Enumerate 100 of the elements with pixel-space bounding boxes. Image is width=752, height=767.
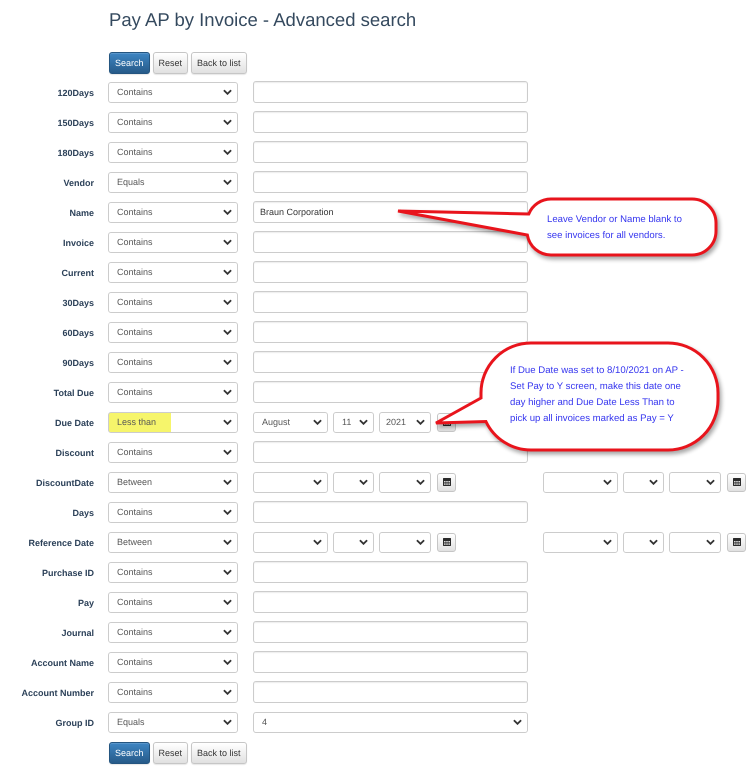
calendar-icon bbox=[732, 538, 740, 546]
month-select[interactable] bbox=[253, 472, 328, 492]
operator-select[interactable]: Contains bbox=[108, 502, 238, 522]
operator-select[interactable]: Less than bbox=[108, 412, 238, 432]
calendar-icon bbox=[442, 478, 450, 486]
field-label: Reference Date bbox=[28, 538, 94, 548]
field-label: Discount bbox=[55, 448, 94, 458]
chevron-down-icon bbox=[706, 479, 715, 485]
operator-select[interactable]: Contains bbox=[108, 232, 238, 252]
back-to-list-button[interactable]: Back to list bbox=[191, 742, 247, 764]
text-input[interactable] bbox=[253, 141, 528, 163]
chevron-down-icon bbox=[223, 479, 232, 485]
operator-select[interactable]: Contains bbox=[108, 352, 238, 372]
text-input[interactable] bbox=[253, 291, 528, 313]
operator-select[interactable]: Contains bbox=[108, 382, 238, 402]
field-label: Vendor bbox=[63, 178, 94, 188]
chevron-down-icon bbox=[223, 419, 232, 425]
operator-select[interactable]: Equals bbox=[108, 712, 238, 732]
chevron-down-icon bbox=[223, 509, 232, 515]
text-input[interactable] bbox=[253, 651, 528, 673]
chevron-down-icon bbox=[223, 449, 232, 455]
operator-select[interactable]: Equals bbox=[108, 172, 238, 192]
operator-select[interactable]: Contains bbox=[108, 622, 238, 642]
chevron-down-icon bbox=[313, 539, 322, 545]
field-label: Account Number bbox=[21, 688, 94, 698]
text-input[interactable] bbox=[253, 561, 528, 583]
chevron-down-icon bbox=[416, 539, 425, 545]
operator-select[interactable]: Contains bbox=[108, 652, 238, 672]
chevron-down-icon bbox=[706, 539, 715, 545]
field-label: 180Days bbox=[57, 148, 94, 158]
operator-select[interactable]: Contains bbox=[108, 442, 238, 462]
calendar-button[interactable] bbox=[727, 472, 746, 492]
operator-select[interactable]: Contains bbox=[108, 682, 238, 702]
month-select[interactable] bbox=[543, 532, 618, 552]
month-select[interactable] bbox=[543, 472, 618, 492]
operator-select[interactable]: Contains bbox=[108, 82, 238, 102]
calendar-button[interactable] bbox=[727, 532, 746, 552]
field-label: Current bbox=[61, 268, 94, 278]
field-label: Days bbox=[72, 508, 94, 518]
chevron-down-icon bbox=[359, 479, 368, 485]
year-select[interactable] bbox=[379, 472, 431, 492]
operator-select[interactable]: Contains bbox=[108, 142, 238, 162]
month-select[interactable] bbox=[253, 532, 328, 552]
chevron-down-icon bbox=[223, 629, 232, 635]
day-select[interactable] bbox=[623, 532, 664, 552]
field-label: Total Due bbox=[54, 388, 94, 398]
text-input[interactable] bbox=[253, 81, 528, 103]
field-label: Journal bbox=[61, 628, 94, 638]
chevron-down-icon bbox=[416, 419, 425, 425]
search-button[interactable]: Search bbox=[109, 52, 150, 74]
field-label: 90Days bbox=[62, 358, 94, 368]
search-button[interactable]: Search bbox=[109, 742, 150, 764]
reset-button[interactable]: Reset bbox=[152, 742, 188, 764]
operator-select[interactable]: Contains bbox=[108, 202, 238, 222]
chevron-down-icon bbox=[313, 479, 322, 485]
text-input[interactable] bbox=[253, 321, 528, 343]
chevron-down-icon bbox=[223, 299, 232, 305]
text-input[interactable] bbox=[253, 231, 528, 253]
operator-select[interactable]: Contains bbox=[108, 562, 238, 582]
chevron-down-icon bbox=[359, 539, 368, 545]
month-select[interactable]: August bbox=[253, 412, 328, 432]
callout-tooltip: If Due Date was set to 8/10/2021 on AP - Set Pay to Y screen, make this date one day higher and Due Date Less Than to pick up all invoices marked as Pay = Y bbox=[434, 341, 720, 452]
chevron-down-icon bbox=[223, 389, 232, 395]
chevron-down-icon bbox=[416, 479, 425, 485]
text-input[interactable] bbox=[253, 591, 528, 613]
value-select[interactable]: 4 bbox=[253, 712, 528, 732]
operator-select[interactable]: Contains bbox=[108, 112, 238, 132]
text-input[interactable] bbox=[253, 681, 528, 703]
day-select[interactable]: 11 bbox=[333, 412, 374, 432]
chevron-down-icon bbox=[313, 419, 322, 425]
chevron-down-icon bbox=[359, 419, 368, 425]
operator-select[interactable]: Contains bbox=[108, 322, 238, 342]
operator-select[interactable]: Contains bbox=[108, 262, 238, 282]
back-to-list-button[interactable]: Back to list bbox=[191, 52, 247, 74]
chevron-down-icon bbox=[223, 689, 232, 695]
reset-button[interactable]: Reset bbox=[152, 52, 188, 74]
year-select[interactable] bbox=[669, 472, 721, 492]
chevron-down-icon bbox=[223, 599, 232, 605]
year-select[interactable] bbox=[669, 532, 721, 552]
chevron-down-icon bbox=[223, 539, 232, 545]
day-select[interactable] bbox=[333, 472, 374, 492]
year-select[interactable] bbox=[379, 532, 431, 552]
field-label: Due Date bbox=[54, 418, 94, 428]
text-input[interactable] bbox=[253, 501, 528, 523]
text-input[interactable] bbox=[253, 621, 528, 643]
text-input[interactable] bbox=[253, 261, 528, 283]
text-input[interactable] bbox=[253, 171, 528, 193]
text-input[interactable] bbox=[253, 111, 528, 133]
day-select[interactable] bbox=[623, 472, 664, 492]
calendar-button[interactable] bbox=[437, 532, 456, 552]
text-input[interactable] bbox=[253, 441, 528, 463]
operator-select[interactable]: Between bbox=[108, 532, 238, 552]
operator-select[interactable]: Contains bbox=[108, 592, 238, 612]
chevron-down-icon bbox=[223, 149, 232, 155]
operator-select[interactable]: Contains bbox=[108, 292, 238, 312]
day-select[interactable] bbox=[333, 532, 374, 552]
field-label: Group ID bbox=[56, 718, 94, 728]
operator-select[interactable]: Between bbox=[108, 472, 238, 492]
calendar-button[interactable] bbox=[437, 472, 456, 492]
year-select[interactable]: 2021 bbox=[379, 412, 431, 432]
